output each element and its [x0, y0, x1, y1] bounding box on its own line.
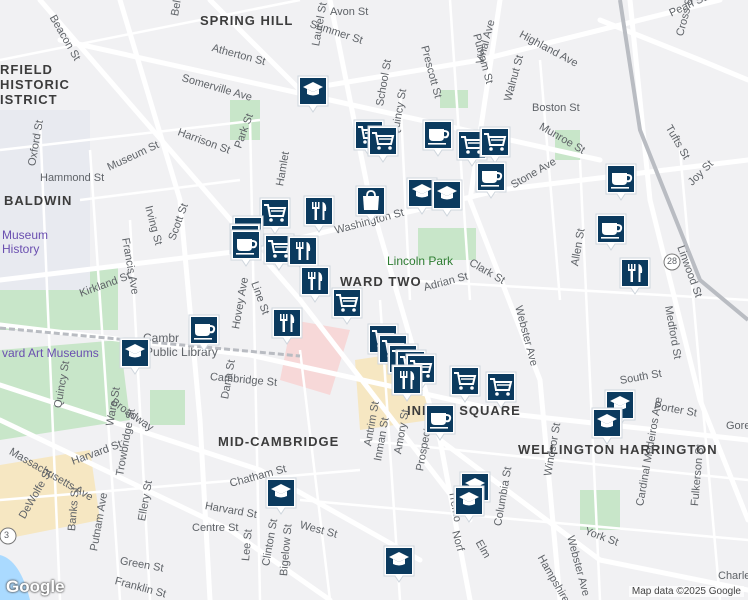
- road: [248, 119, 262, 600]
- restaurant-icon: [271, 307, 303, 345]
- restaurant-marker[interactable]: [618, 256, 652, 296]
- street-label: Charle: [718, 570, 748, 582]
- park-area: [440, 90, 468, 108]
- place-label: Museum: [2, 228, 49, 242]
- cafe-marker[interactable]: [187, 313, 221, 353]
- grocery-marker[interactable]: [366, 124, 400, 164]
- district-label: ISTRICT: [0, 92, 58, 107]
- grocery-icon: [479, 126, 511, 164]
- grocery-marker[interactable]: [330, 286, 364, 326]
- school-icon: [431, 179, 463, 217]
- school-icon: [265, 477, 297, 515]
- map-canvas[interactable]: 28 3 SPRING HILL BALDWIN WARD TWO MID-CA…: [0, 0, 748, 600]
- grocery-marker[interactable]: [448, 364, 482, 404]
- grocery-marker[interactable]: [478, 125, 512, 165]
- street-label: Gore: [726, 420, 748, 432]
- restaurant-icon: [391, 364, 423, 402]
- cafe-icon: [605, 163, 637, 201]
- cafe-marker[interactable]: [423, 402, 457, 442]
- school-marker[interactable]: [118, 336, 152, 376]
- district-label: RFIELD: [0, 62, 53, 77]
- place-label: vard Art Museums: [2, 346, 99, 360]
- school-icon: [591, 407, 623, 445]
- cafe-icon: [230, 229, 262, 267]
- school-marker[interactable]: [590, 406, 624, 446]
- school-icon: [453, 485, 485, 523]
- neighborhood-label: SPRING HILL: [200, 13, 294, 28]
- google-logo: Google: [6, 577, 65, 596]
- cafe-icon: [188, 314, 220, 352]
- cafe-icon: [422, 119, 454, 157]
- street-label: Centre St: [192, 522, 239, 534]
- shopping-marker[interactable]: [354, 184, 388, 224]
- place-label: History: [2, 242, 40, 256]
- road: [678, 149, 722, 600]
- road: [597, 17, 748, 83]
- restaurant-icon: [303, 195, 335, 233]
- school-marker[interactable]: [430, 178, 464, 218]
- grocery-icon: [449, 365, 481, 403]
- shopping-icon: [355, 185, 387, 223]
- cafe-marker[interactable]: [474, 160, 508, 200]
- cafe-marker[interactable]: [604, 162, 638, 202]
- grocery-icon: [367, 125, 399, 163]
- map-attribution[interactable]: Map data ©2025 Google: [628, 586, 744, 597]
- school-marker[interactable]: [296, 74, 330, 114]
- street-label: Avon St: [330, 6, 369, 18]
- cafe-icon: [595, 213, 627, 251]
- cafe-icon: [475, 161, 507, 199]
- school-icon: [297, 75, 329, 113]
- grocery-marker[interactable]: [484, 370, 518, 410]
- route-shield-label: 3: [4, 530, 10, 540]
- grocery-icon: [485, 371, 517, 409]
- restaurant-icon: [619, 257, 651, 295]
- place-label: Lincoln Park: [387, 254, 454, 268]
- map-base-layer: [0, 0, 748, 600]
- restaurant-icon: [299, 265, 331, 303]
- school-icon: [383, 545, 415, 583]
- grocery-icon: [331, 287, 363, 325]
- route-shield-label: 28: [667, 256, 678, 266]
- neighborhood-label: MID-CAMBRIDGE: [218, 434, 340, 449]
- street-label: Boston St: [532, 102, 580, 114]
- school-marker[interactable]: [452, 484, 486, 524]
- cafe-marker[interactable]: [421, 118, 455, 158]
- school-marker[interactable]: [264, 476, 298, 516]
- district-label: HISTORIC: [0, 77, 70, 92]
- park-area: [150, 390, 185, 425]
- restaurant-marker[interactable]: [270, 306, 304, 346]
- neighborhood-label: BALDWIN: [4, 193, 73, 208]
- cafe-marker[interactable]: [229, 228, 263, 268]
- road: [538, 59, 562, 301]
- school-marker[interactable]: [382, 544, 416, 584]
- park-area: [580, 490, 620, 530]
- street-label: Hammond St: [40, 172, 105, 184]
- cafe-marker[interactable]: [594, 212, 628, 252]
- school-icon: [119, 337, 151, 375]
- restaurant-marker[interactable]: [298, 264, 332, 304]
- restaurant-marker[interactable]: [390, 363, 424, 403]
- cafe-icon: [424, 403, 456, 441]
- restaurant-marker[interactable]: [302, 194, 336, 234]
